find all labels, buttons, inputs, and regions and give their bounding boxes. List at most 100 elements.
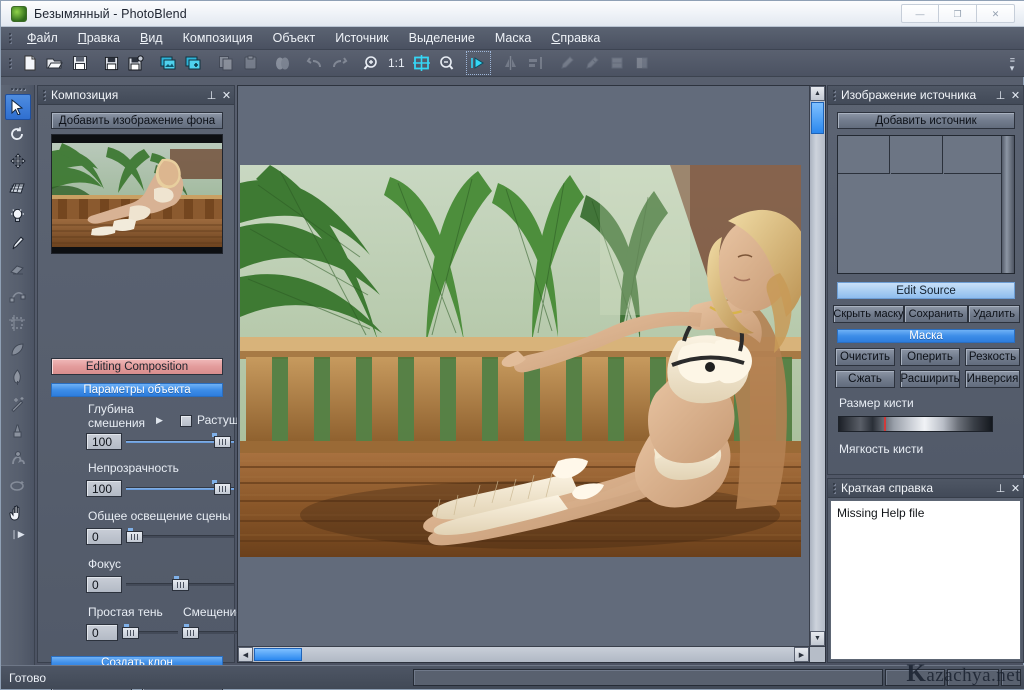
tool-brush[interactable] [5, 229, 31, 255]
fit-to-window-icon[interactable] [410, 52, 433, 74]
composition-thumbnail[interactable] [51, 134, 223, 254]
scene-light-value[interactable]: 0 [86, 528, 122, 545]
mask-clear-button[interactable]: Очистить [835, 348, 895, 366]
tool-rotate[interactable] [5, 121, 31, 147]
opacity-value[interactable]: 100 [86, 480, 122, 497]
tool-light-bulb[interactable] [5, 202, 31, 228]
menu-item-composition[interactable]: Композиция [173, 29, 263, 47]
tool-hand-pan[interactable] [5, 499, 31, 525]
mask-invert-button[interactable]: Инверсия [965, 370, 1020, 388]
tools-palette: ❘▶ [1, 85, 35, 669]
focus-value[interactable]: 0 [86, 576, 122, 593]
pin-icon[interactable]: ⊥ [204, 89, 219, 102]
close-button[interactable]: ✕ [977, 4, 1015, 23]
add-layer-icon[interactable] [182, 52, 205, 74]
maximize-button[interactable]: ❐ [939, 4, 977, 23]
toolbar-overflow-icon[interactable]: ≡▾ [1010, 56, 1015, 72]
canvas-vertical-scrollbar[interactable]: ▲ ▼ [809, 86, 825, 646]
hide-mask-button[interactable]: Скрыть маску [833, 305, 904, 323]
scroll-up-button[interactable]: ▲ [810, 86, 825, 101]
source-thumbnail-cell-3[interactable] [944, 136, 1001, 174]
blend-depth-slider[interactable] [126, 433, 234, 450]
help-panel-gripper[interactable] [830, 481, 837, 496]
save-mask-button[interactable]: Сохранить [904, 305, 968, 323]
feather-checkbox[interactable] [180, 415, 192, 427]
help-content-area[interactable]: Missing Help file [830, 500, 1021, 660]
zoom-in-icon[interactable] [360, 52, 383, 74]
source-thumbnail-cell-2[interactable] [891, 136, 943, 174]
mask-feather-button[interactable]: Оперить [900, 348, 960, 366]
horizontal-scroll-thumb[interactable] [254, 648, 302, 661]
save-icon[interactable] [68, 52, 91, 74]
add-source-button[interactable]: Добавить источник [837, 112, 1015, 129]
pin-icon[interactable]: ⊥ [993, 89, 1008, 102]
brush-size-slider[interactable] [838, 416, 993, 432]
save-as-icon[interactable] [100, 52, 123, 74]
flip-horizontal-icon [499, 52, 522, 74]
canvas-horizontal-scrollbar[interactable]: ◀ ▶ [238, 646, 809, 662]
simple-shadow-slider[interactable] [122, 624, 178, 641]
blend-depth-expand-arrow[interactable]: ▶ [156, 415, 163, 426]
scene-light-slider[interactable] [126, 528, 234, 545]
add-image-icon[interactable] [157, 52, 180, 74]
scroll-left-button[interactable]: ◀ [238, 647, 253, 662]
menu-item-object[interactable]: Объект [263, 29, 326, 47]
tool-eraser[interactable] [5, 256, 31, 282]
toolbar-gripper[interactable] [5, 55, 14, 72]
source-list-scrollbar[interactable] [1001, 136, 1014, 273]
tool-blur-drop[interactable] [5, 472, 31, 498]
tool-clone-stamp[interactable] [5, 418, 31, 444]
minimize-button[interactable]: — [901, 4, 939, 23]
source-thumbnail-list[interactable] [837, 135, 1015, 274]
tool-feather-edge[interactable] [5, 337, 31, 363]
menu-item-selection[interactable]: Выделение [399, 29, 485, 47]
mask-contract-button[interactable]: Сжать [835, 370, 895, 388]
canvas-viewport[interactable] [238, 86, 811, 648]
tool-pen[interactable] [5, 364, 31, 390]
pin-icon[interactable]: ⊥ [993, 482, 1008, 495]
tool-perspective-grid[interactable] [5, 175, 31, 201]
menu-item-source[interactable]: Источник [325, 29, 398, 47]
toolstrip-gripper[interactable] [1, 85, 34, 93]
open-folder-icon[interactable] [43, 52, 66, 74]
composition-image[interactable] [240, 165, 801, 557]
tool-magic-wand[interactable] [5, 391, 31, 417]
scroll-right-button[interactable]: ▶ [794, 647, 809, 662]
offset-slider[interactable] [182, 624, 238, 641]
close-icon[interactable]: ✕ [219, 89, 234, 102]
close-icon[interactable]: ✕ [1008, 89, 1023, 102]
tool-path-node[interactable] [5, 283, 31, 309]
save-all-icon[interactable] [125, 52, 148, 74]
vertical-scroll-thumb[interactable] [811, 102, 824, 134]
scroll-down-button[interactable]: ▼ [810, 631, 825, 646]
simple-shadow-value[interactable]: 0 [86, 624, 118, 641]
close-icon[interactable]: ✕ [1008, 482, 1023, 495]
menu-item-help[interactable]: Справка [541, 29, 610, 47]
tool-move[interactable] [5, 148, 31, 174]
zoom-out-icon[interactable] [435, 52, 458, 74]
tool-crop[interactable] [5, 310, 31, 336]
tool-select-arrow[interactable] [5, 94, 31, 120]
menu-item-view[interactable]: Вид [130, 29, 173, 47]
mask-sharpen-button[interactable]: Резкость [965, 348, 1020, 366]
blend-depth-value[interactable]: 100 [86, 433, 122, 450]
tool-smudge[interactable] [5, 445, 31, 471]
editing-composition-status-button[interactable]: Editing Composition [51, 358, 223, 375]
menu-gripper[interactable] [5, 30, 14, 47]
menu-item-file[interactable]: Файл [17, 29, 68, 47]
add-background-image-button[interactable]: Добавить изображение фона [51, 112, 223, 129]
new-document-icon[interactable] [18, 52, 41, 74]
menu-item-mask[interactable]: Маска [485, 29, 541, 47]
delete-mask-button[interactable]: Удалить [968, 305, 1020, 323]
edit-source-button[interactable]: Edit Source [837, 282, 1015, 299]
source-thumbnail-cell-1[interactable] [838, 136, 890, 174]
menu-item-edit[interactable]: Правка [68, 29, 130, 47]
source-panel-gripper[interactable] [830, 88, 837, 103]
focus-slider[interactable] [126, 576, 234, 593]
mask-expand-button[interactable]: Расширить [900, 370, 960, 388]
composition-panel-gripper[interactable] [40, 88, 47, 103]
zoom-ratio-label[interactable]: 1:1 [384, 56, 409, 70]
opacity-slider[interactable] [126, 480, 234, 497]
play-preview-icon[interactable] [467, 52, 490, 74]
toolstrip-expander-icon[interactable]: ❘▶ [1, 529, 34, 540]
